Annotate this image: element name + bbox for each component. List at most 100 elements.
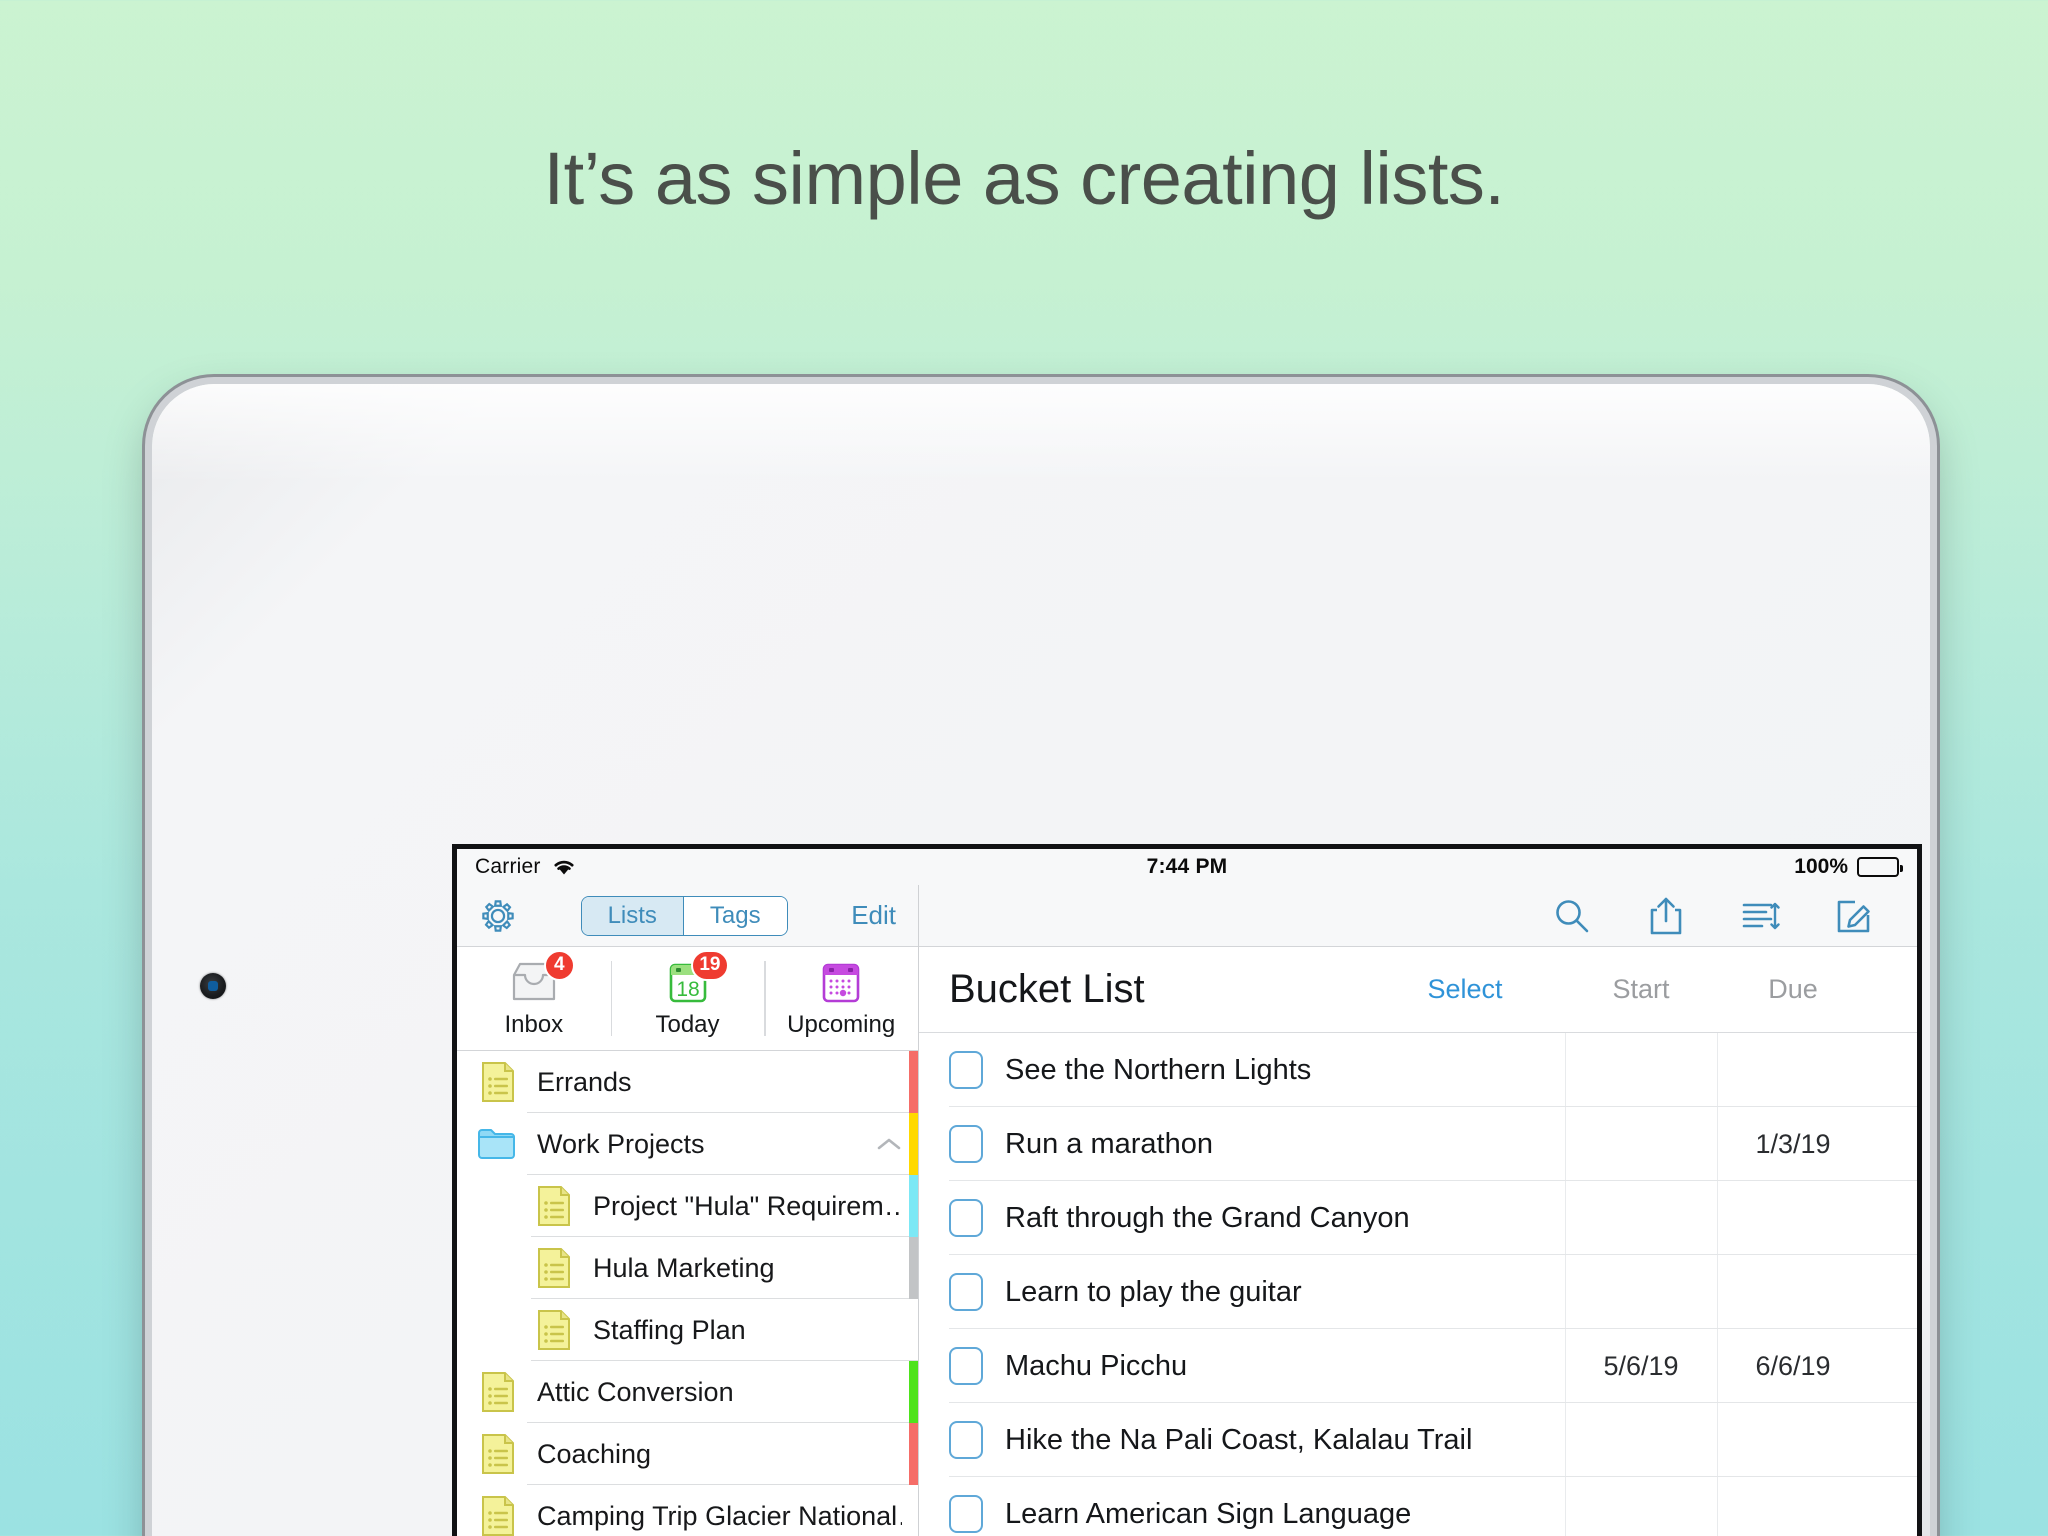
list-document-icon — [482, 1434, 514, 1474]
sidebar: Lists Tags Edit 4 Inbox 18 19 Today Upco… — [457, 885, 919, 1536]
task-title: Run a marathon — [1005, 1127, 1213, 1160]
list-document-icon — [538, 1310, 570, 1350]
sidebar-item-label: Work Projects — [537, 1128, 705, 1159]
edit-button[interactable]: Edit — [851, 900, 896, 931]
task-dates — [1565, 1477, 1917, 1536]
svg-text:18: 18 — [676, 978, 699, 1001]
task-row[interactable]: Run a marathon 1/3/19 — [919, 1107, 1917, 1181]
sidebar-item-project-hula-requirem[interactable]: Project "Hula" Requirem… — [457, 1175, 918, 1237]
today-icon-wrap: 18 19 — [660, 949, 729, 1009]
status-bar-right: 100% — [1794, 855, 1903, 879]
segment-lists[interactable]: Lists — [581, 896, 683, 935]
task-due-date[interactable] — [1717, 1477, 1869, 1536]
list-document-icon — [482, 1372, 514, 1412]
calendar-upcoming-icon — [822, 963, 860, 1002]
header-actions: Select Start Due — [1365, 974, 1917, 1005]
sidebar-item-hula-marketing[interactable]: Hula Marketing — [457, 1237, 918, 1299]
task-checkbox[interactable] — [949, 1495, 983, 1533]
list-document-icon — [482, 1496, 514, 1536]
task-start-date[interactable] — [1565, 1107, 1717, 1181]
task-due-date[interactable]: 1/3/19 — [1717, 1107, 1869, 1181]
search-icon[interactable] — [1551, 895, 1593, 937]
list-color-strip — [909, 1361, 918, 1423]
task-row[interactable]: See the Northern Lights — [919, 1033, 1917, 1107]
chevron-up-icon[interactable] — [876, 1136, 902, 1152]
content-toolbar — [919, 885, 1917, 947]
select-button[interactable]: Select — [1365, 974, 1565, 1005]
sort-icon[interactable] — [1739, 895, 1781, 937]
quick-access-inbox[interactable]: 4 Inbox — [457, 947, 611, 1050]
task-due-date[interactable]: 6/6/19 — [1717, 1329, 1869, 1403]
front-camera — [200, 973, 226, 999]
quick-access-upcoming[interactable]: Upcoming — [764, 947, 918, 1050]
task-title: Machu Picchu — [1005, 1349, 1188, 1382]
list-document-icon — [538, 1186, 570, 1226]
gear-icon[interactable] — [479, 897, 517, 935]
sidebar-item-attic-conversion[interactable]: Attic Conversion — [457, 1361, 918, 1423]
sidebar-item-label: Errands — [537, 1066, 632, 1097]
task-title: Raft through the Grand Canyon — [1005, 1201, 1410, 1234]
folder-icon — [478, 1129, 515, 1159]
task-list[interactable]: See the Northern Lights Run a marathon 1/3… — [919, 1033, 1917, 1536]
task-row[interactable]: Learn to play the guitar — [919, 1255, 1917, 1329]
quick-access-today[interactable]: 18 19 Today — [610, 947, 765, 1050]
sidebar-item-label: Coaching — [537, 1438, 652, 1469]
task-checkbox[interactable] — [949, 1421, 983, 1459]
segment-tags[interactable]: Tags — [682, 896, 787, 935]
task-start-date[interactable]: 5/6/19 — [1565, 1329, 1717, 1403]
list-document-icon — [482, 1062, 514, 1102]
sidebar-item-camping-trip-glacier-national[interactable]: Camping Trip Glacier National… — [457, 1485, 918, 1536]
task-due-date[interactable] — [1717, 1255, 1869, 1329]
task-row[interactable]: Hike the Na Pali Coast, Kalalau Trail — [919, 1403, 1917, 1477]
compose-icon[interactable] — [1833, 895, 1875, 937]
task-start-date[interactable] — [1565, 1181, 1717, 1255]
lists-tags-segmented-control[interactable]: Lists Tags — [580, 895, 788, 936]
task-checkbox[interactable] — [949, 1347, 983, 1385]
sidebar-item-staffing-plan[interactable]: Staffing Plan — [457, 1299, 918, 1361]
status-bar-time: 7:44 PM — [1146, 855, 1228, 878]
sidebar-item-errands[interactable]: Errands — [457, 1051, 918, 1113]
task-checkbox[interactable] — [949, 1199, 983, 1237]
task-row[interactable]: Machu Picchu 5/6/19 6/6/19 — [919, 1329, 1917, 1403]
sidebar-item-label: Staffing Plan — [593, 1314, 746, 1345]
task-due-date[interactable] — [1717, 1033, 1869, 1107]
quick-access-inbox-label: Inbox — [504, 1010, 564, 1038]
battery-percent-label: 100% — [1794, 855, 1848, 878]
task-checkbox[interactable] — [949, 1273, 983, 1311]
list-document-icon — [538, 1248, 570, 1288]
task-start-date[interactable] — [1565, 1477, 1717, 1536]
list-color-strip — [909, 1423, 918, 1485]
status-bar: Carrier 7:44 PM 100% — [457, 849, 1917, 885]
sidebar-item-label: Attic Conversion — [537, 1376, 734, 1407]
device-screen: Carrier 7:44 PM 100% Lists Tags Edit 4 I… — [452, 844, 1922, 1536]
column-header-due[interactable]: Due — [1717, 974, 1869, 1005]
content-pane: Bucket List Select Start Due See the Nor… — [919, 885, 1917, 1536]
task-checkbox[interactable] — [949, 1125, 983, 1163]
sidebar-list[interactable]: Errands Work Projects Project "Hula" Req… — [457, 1051, 918, 1536]
share-icon[interactable] — [1645, 895, 1687, 937]
task-title: Learn American Sign Language — [1005, 1497, 1412, 1530]
task-dates — [1565, 1181, 1917, 1255]
task-start-date[interactable] — [1565, 1403, 1717, 1477]
column-header-start[interactable]: Start — [1565, 974, 1717, 1005]
task-due-date[interactable] — [1717, 1403, 1869, 1477]
task-start-date[interactable] — [1565, 1255, 1717, 1329]
task-title: Hike the Na Pali Coast, Kalalau Trail — [1005, 1423, 1473, 1456]
quick-access-row: 4 Inbox 18 19 Today Upcoming — [457, 947, 918, 1051]
list-color-strip — [909, 1175, 918, 1237]
task-dates — [1565, 1033, 1917, 1107]
task-checkbox[interactable] — [949, 1051, 983, 1089]
task-row[interactable]: Raft through the Grand Canyon — [919, 1181, 1917, 1255]
task-due-date[interactable] — [1717, 1181, 1869, 1255]
sidebar-item-work-projects[interactable]: Work Projects — [457, 1113, 918, 1175]
sidebar-item-coaching[interactable]: Coaching — [457, 1423, 918, 1485]
task-title: Learn to play the guitar — [1005, 1275, 1302, 1308]
task-dates — [1565, 1403, 1917, 1477]
today-badge: 19 — [691, 949, 729, 981]
camera-lens — [208, 981, 218, 991]
task-row[interactable]: Learn American Sign Language — [919, 1477, 1917, 1536]
sidebar-toolbar: Lists Tags Edit — [457, 885, 918, 947]
task-start-date[interactable] — [1565, 1033, 1717, 1107]
task-dates: 5/6/19 6/6/19 — [1565, 1329, 1917, 1403]
sidebar-item-label: Hula Marketing — [593, 1252, 775, 1283]
